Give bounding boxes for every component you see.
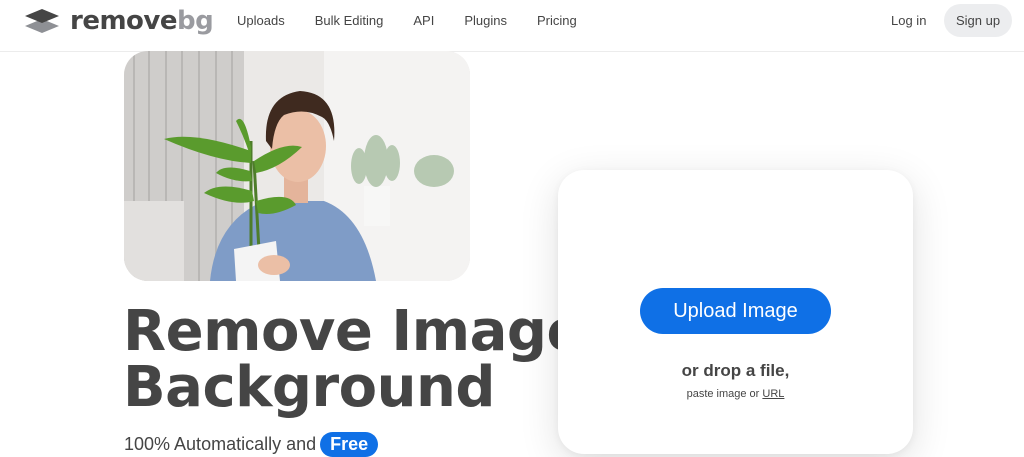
hero-image (124, 51, 470, 281)
upload-card[interactable]: Upload Image or drop a file, paste image… (558, 170, 913, 454)
drop-file-text: or drop a file, (681, 361, 790, 380)
nav-link-bulk-editing[interactable]: Bulk Editing (315, 13, 384, 29)
nav-link-pricing[interactable]: Pricing (537, 13, 577, 29)
layers-logo-icon (25, 9, 59, 33)
headline-line-2: Background (123, 355, 495, 420)
signup-button[interactable]: Sign up (944, 4, 1012, 37)
paste-hint: paste image or URL (558, 388, 913, 400)
nav-links: Uploads Bulk Editing API Plugins Pricing (237, 13, 607, 29)
url-link[interactable]: URL (762, 388, 784, 400)
nav-link-plugins[interactable]: Plugins (464, 13, 507, 29)
login-link[interactable]: Log in (891, 13, 926, 28)
free-badge: Free (320, 432, 379, 457)
nav-link-api[interactable]: API (413, 13, 434, 29)
main-headline: Remove Image Background (123, 304, 584, 416)
brand-logo[interactable]: removebg (24, 6, 214, 36)
headline-line-1: Remove Image (123, 299, 584, 364)
top-navigation: removebg Uploads Bulk Editing API Plugin… (0, 0, 1024, 52)
brand-name: removebg (70, 6, 214, 36)
paste-text: paste image or (686, 388, 760, 400)
upload-image-button[interactable]: Upload Image (640, 288, 831, 334)
subheadline-text: 100% Automatically and (124, 434, 317, 454)
man-with-plant-photo (124, 51, 470, 281)
subheadline: 100% Automatically and Free (124, 432, 379, 457)
nav-link-uploads[interactable]: Uploads (237, 13, 285, 29)
